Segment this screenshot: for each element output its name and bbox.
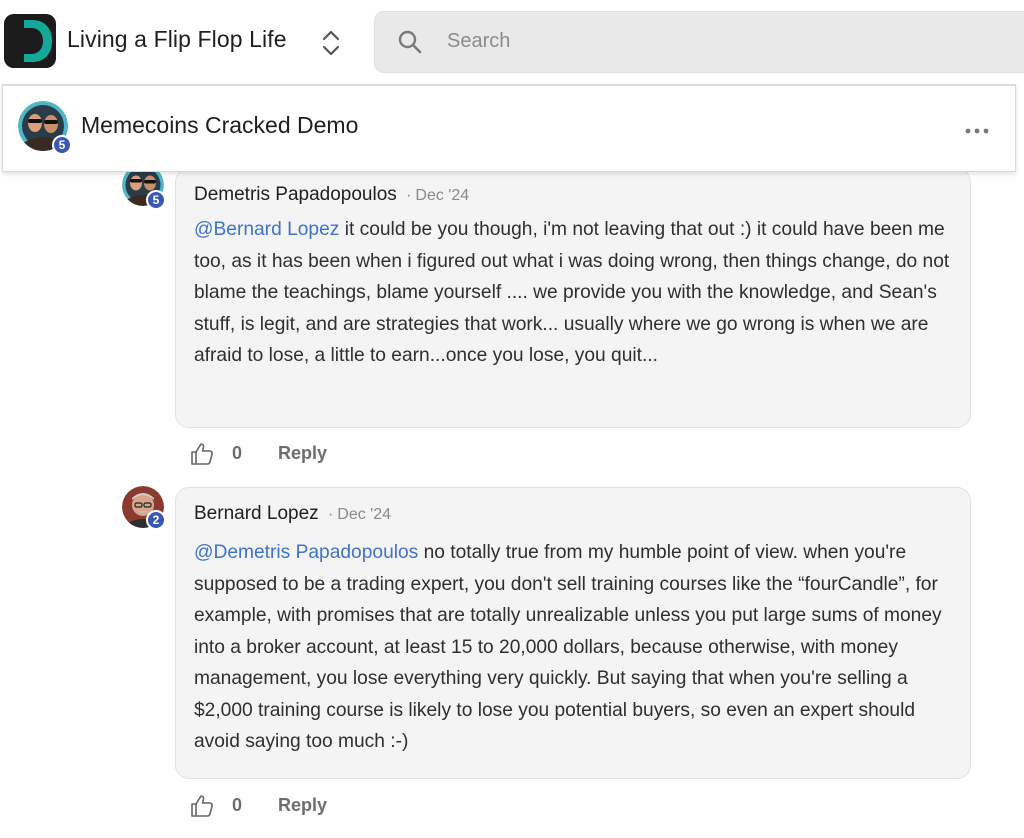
comment-author-name[interactable]: Bernard Lopez [194,503,319,524]
comment-date: Dec '24 [337,506,392,523]
like-count: 0 [232,443,243,463]
comment-bubble: Demetris Papadopoulos · Dec '24 @Bernard … [175,172,971,428]
comment-separator: · [406,187,412,204]
community-logo[interactable] [4,14,56,68]
search-icon [397,29,423,55]
comment-separator: · [327,506,334,523]
top-bar: Living a Flip Flop Life Search [0,0,1024,84]
post-header: 5 Memecoins Cracked Demo [2,84,1016,172]
comment-bubble: Bernard Lopez · Dec '24 @Demetris Papadop… [175,487,971,779]
more-options-icon[interactable] [965,122,989,134]
mention-link[interactable]: @Demetris Papadopoulos [194,542,418,563]
community-name[interactable]: Living a Flip Flop Life [67,26,287,53]
level-badge: 5 [52,135,72,155]
comments-feed: 5 Demetris Papadopoulos · Dec '24 @Bernar… [0,172,1024,838]
comment-text: @Bernard Lopez it could be you though, i… [194,214,964,372]
comment-body: it could be you though, i'm not leaving … [194,219,950,366]
mention-link[interactable]: @Bernard Lopez [194,219,339,240]
like-count: 0 [232,795,243,815]
level-badge: 2 [146,510,166,530]
thumbs-up-icon[interactable] [190,794,214,818]
comment-author-line: Demetris Papadopoulos · Dec '24 [194,184,469,206]
reply-button[interactable]: Reply [278,795,327,816]
comment-body: no totally true from my humble point of … [194,542,942,752]
search-placeholder: Search [447,30,511,52]
reply-button[interactable]: Reply [278,443,327,464]
post-title: Memecoins Cracked Demo [81,112,359,138]
comment-author-name[interactable]: Demetris Papadopoulos [194,184,397,205]
comment-date: Dec '24 [415,187,470,204]
thumbs-up-icon[interactable] [190,442,214,466]
comment-text: @Demetris Papadopoulos no totally true f… [194,537,964,758]
level-badge: 5 [146,190,166,210]
chevron-up-down-icon[interactable] [318,28,344,58]
search-bar[interactable]: Search [374,11,1024,73]
comment-author-line: Bernard Lopez · Dec '24 [194,503,391,525]
